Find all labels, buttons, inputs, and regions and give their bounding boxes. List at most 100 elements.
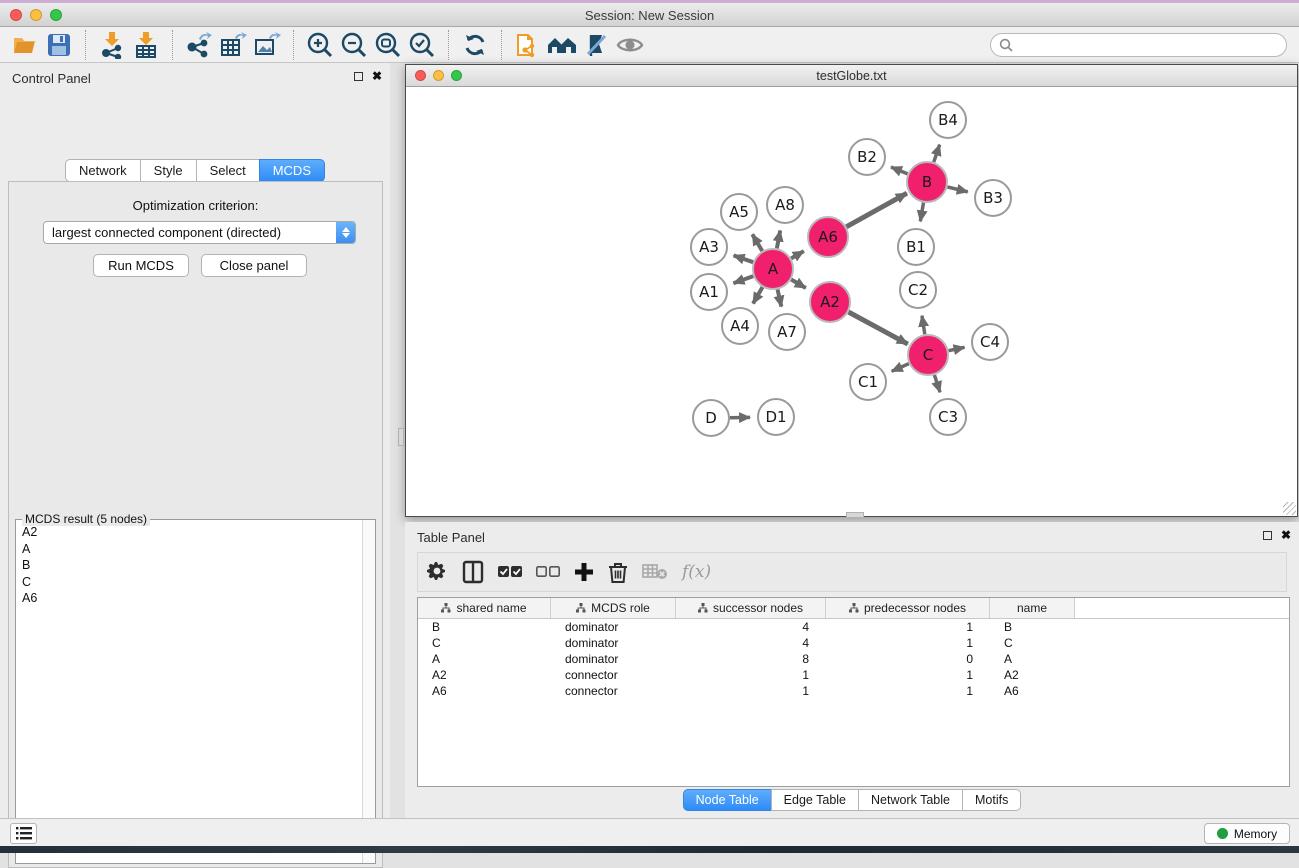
table-row[interactable]: A6connector11A6 xyxy=(418,683,1289,699)
float-panel-icon[interactable] xyxy=(1263,531,1272,540)
graph-edge-B-B2[interactable] xyxy=(891,167,908,174)
graph-edge-A-A4[interactable] xyxy=(753,287,762,303)
graph-edge-C-C4[interactable] xyxy=(949,347,965,350)
horizontal-splitter-handle[interactable] xyxy=(846,512,864,518)
graph-edge-B-B3[interactable] xyxy=(947,187,967,192)
graph-node-A5[interactable]: A5 xyxy=(721,194,757,230)
graph-edge-C-C2[interactable] xyxy=(922,316,925,335)
close-panel-icon[interactable]: ✖ xyxy=(1281,530,1291,540)
graph-node-C2[interactable]: C2 xyxy=(900,272,936,308)
task-history-button[interactable] xyxy=(10,823,37,844)
deselect-all-checkboxes-icon[interactable] xyxy=(536,557,560,587)
graph-edge-A-A8[interactable] xyxy=(777,231,780,249)
save-session-icon[interactable] xyxy=(42,30,76,60)
export-image-icon[interactable] xyxy=(250,30,284,60)
tab-motifs[interactable]: Motifs xyxy=(962,789,1021,811)
graph-node-C[interactable]: C xyxy=(908,335,948,375)
graph-node-A3[interactable]: A3 xyxy=(691,229,727,265)
graph-edge-A-A6[interactable] xyxy=(791,251,804,258)
resize-grip-icon[interactable] xyxy=(1283,502,1296,515)
show-graphics-details-icon[interactable] xyxy=(613,30,647,60)
search-input[interactable] xyxy=(990,33,1287,57)
graph-edge-A6-B[interactable] xyxy=(846,193,907,227)
node-attribute-table[interactable]: shared nameMCDS rolesuccessor nodesprede… xyxy=(417,597,1290,787)
hide-graphics-details-icon[interactable] xyxy=(579,30,613,60)
criterion-select[interactable]: largest connected component (directed) xyxy=(43,221,356,244)
graph-node-C3[interactable]: C3 xyxy=(930,399,966,435)
table-row[interactable]: Adominator80A xyxy=(418,651,1289,667)
refresh-icon[interactable] xyxy=(458,30,492,60)
column-header-successor-nodes[interactable]: successor nodes xyxy=(676,598,826,618)
mcds-result-item[interactable]: C xyxy=(17,574,361,591)
graph-node-A4[interactable]: A4 xyxy=(722,308,758,344)
mcds-result-item[interactable]: A2 xyxy=(17,524,361,541)
delete-columns-icon[interactable] xyxy=(608,557,628,587)
memory-button[interactable]: Memory xyxy=(1204,823,1290,844)
vertical-splitter-handle[interactable] xyxy=(398,428,404,446)
graph-edge-A2-C[interactable] xyxy=(848,312,907,344)
graph-edge-B-B1[interactable] xyxy=(920,203,923,222)
graph-edge-C-C3[interactable] xyxy=(934,375,940,392)
mcds-result-item[interactable]: A6 xyxy=(17,590,361,607)
graph-node-A1[interactable]: A1 xyxy=(691,274,727,310)
column-header-MCDS-role[interactable]: MCDS role xyxy=(551,598,676,618)
tab-select[interactable]: Select xyxy=(196,159,260,182)
mcds-result-item[interactable]: A xyxy=(17,541,361,558)
graph-node-B[interactable]: B xyxy=(907,162,947,202)
graph-edge-A-A1[interactable] xyxy=(733,276,753,283)
graph-edge-C-C1[interactable] xyxy=(892,364,909,372)
graph-edge-B-B4[interactable] xyxy=(934,145,940,162)
new-network-from-selection-icon[interactable] xyxy=(511,30,545,60)
close-panel-icon[interactable]: ✖ xyxy=(372,71,382,81)
zoom-in-icon[interactable] xyxy=(303,30,337,60)
graph-node-A[interactable]: A xyxy=(753,249,793,289)
graph-node-A7[interactable]: A7 xyxy=(769,314,805,350)
tab-network-table[interactable]: Network Table xyxy=(858,789,963,811)
graph-node-B1[interactable]: B1 xyxy=(898,229,934,265)
column-header-predecessor-nodes[interactable]: predecessor nodes xyxy=(826,598,990,618)
export-table-icon[interactable] xyxy=(216,30,250,60)
graph-edge-A-A5[interactable] xyxy=(752,234,762,251)
close-panel-button[interactable]: Close panel xyxy=(201,254,307,277)
column-header-shared-name[interactable]: shared name xyxy=(418,598,551,618)
mcds-result-list[interactable]: A2ABCA6 xyxy=(17,524,361,862)
float-panel-icon[interactable] xyxy=(354,72,363,81)
table-row[interactable]: Bdominator41B xyxy=(418,619,1289,635)
search-field[interactable] xyxy=(1013,38,1278,52)
graph-node-B4[interactable]: B4 xyxy=(930,102,966,138)
export-network-icon[interactable] xyxy=(182,30,216,60)
mcds-result-item[interactable]: B xyxy=(17,557,361,574)
show-column-icon[interactable] xyxy=(462,557,484,587)
mcds-result-scrollbar[interactable] xyxy=(362,520,375,863)
table-row[interactable]: Cdominator41C xyxy=(418,635,1289,651)
table-row[interactable]: A2connector11A2 xyxy=(418,667,1289,683)
graph-node-A2[interactable]: A2 xyxy=(810,282,850,322)
import-table-icon[interactable] xyxy=(129,30,163,60)
first-neighbors-icon[interactable] xyxy=(545,30,579,60)
graph-edge-A-A2[interactable] xyxy=(791,280,806,288)
graph-edge-A-A3[interactable] xyxy=(734,255,754,262)
graph-node-A8[interactable]: A8 xyxy=(767,187,803,223)
tab-style[interactable]: Style xyxy=(140,159,197,182)
graph-node-D[interactable]: D xyxy=(693,400,729,436)
import-network-icon[interactable] xyxy=(95,30,129,60)
create-column-icon[interactable] xyxy=(574,557,594,587)
open-session-icon[interactable] xyxy=(8,30,42,60)
tab-network[interactable]: Network xyxy=(65,159,141,182)
column-header-name[interactable]: name xyxy=(990,598,1075,618)
zoom-out-icon[interactable] xyxy=(337,30,371,60)
run-mcds-button[interactable]: Run MCDS xyxy=(93,254,189,277)
graph-node-A6[interactable]: A6 xyxy=(808,217,848,257)
zoom-selected-icon[interactable] xyxy=(405,30,439,60)
zoom-fit-icon[interactable] xyxy=(371,30,405,60)
graph-node-B3[interactable]: B3 xyxy=(975,180,1011,216)
tab-mcds[interactable]: MCDS xyxy=(259,159,325,182)
graph-node-B2[interactable]: B2 xyxy=(849,139,885,175)
network-graph-canvas[interactable]: AA1A2A3A4A5A6A7A8BB1B2B3B4CC1C2C3C4DD1 xyxy=(406,87,1297,516)
graph-edge-A-A7[interactable] xyxy=(778,289,782,306)
network-window-titlebar[interactable]: testGlobe.txt xyxy=(406,65,1297,87)
graph-node-C4[interactable]: C4 xyxy=(972,324,1008,360)
graph-node-D1[interactable]: D1 xyxy=(758,399,794,435)
tab-node-table[interactable]: Node Table xyxy=(683,789,772,811)
select-all-checkboxes-icon[interactable] xyxy=(498,557,522,587)
